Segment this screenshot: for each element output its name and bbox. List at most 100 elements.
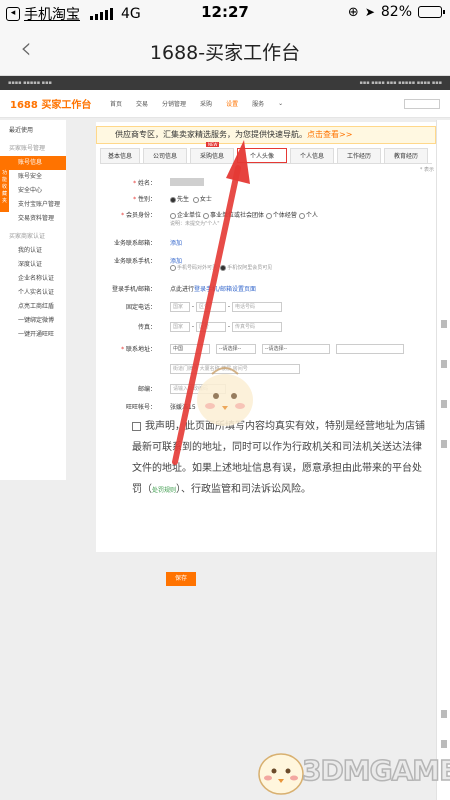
main-nav: 首页 交易 分销管理 采购 设置 服务 ⌄ [110, 99, 283, 108]
top-strip-left: ▪▪▪▪ ▪▪▪▪▪ ▪▪▪ [8, 80, 52, 86]
rail-icon-3[interactable] [441, 400, 447, 408]
row-zip: 邮编： 请输入邮政编码 [96, 382, 436, 394]
banner-link[interactable]: 点击查看>> [307, 130, 352, 139]
sidebar-item-trade-data[interactable]: 交易资料管理 [0, 212, 66, 226]
sidebar-item-company-cert[interactable]: 企业名称认证 [0, 272, 66, 286]
fax-label: 传真： [137, 324, 156, 331]
sidebar-item-account-info[interactable]: 账号信息 [0, 156, 66, 170]
fax-area-input[interactable]: 区号 [195, 322, 226, 332]
rail-icon-4[interactable] [441, 440, 447, 448]
fax-inputs: 国家 - 区号 - 传真号码 [170, 322, 282, 332]
identity-company: 企业单位 [177, 212, 202, 219]
identity-radio-company[interactable] [170, 212, 176, 219]
row-street: 街道门牌号 大厦名称 楼层 房间号 [96, 362, 436, 374]
sidebar-group-cert[interactable]: 买家商家认证 [0, 230, 66, 244]
sidebar-recent[interactable]: 最近使用 [0, 124, 66, 138]
sidebar-item-account-security[interactable]: 账号安全 [0, 170, 66, 184]
rail-icon-5[interactable] [441, 710, 447, 718]
nav-purchase[interactable]: 采购 [200, 99, 212, 108]
landline-area-input[interactable]: 区号 [195, 302, 226, 312]
site-logo[interactable]: 1688 买家工作台 [10, 96, 110, 111]
landline-number-input[interactable]: 电话号码 [231, 302, 282, 312]
rail-icon-6[interactable] [441, 740, 447, 748]
identity-radio-personal[interactable] [298, 212, 305, 219]
tab-purchase-info[interactable]: 采购信息 [190, 148, 234, 163]
chevron-down-icon[interactable]: ⌄ [278, 100, 283, 107]
login-phone-text: 点此进行 [170, 286, 195, 293]
email-add-link[interactable]: 添加 [170, 238, 182, 247]
site-top-strip: ▪▪▪▪ ▪▪▪▪▪ ▪▪▪ ▪▪▪ ▪▪▪▪ ▪▪▪ ▪▪▪▪▪ ▪▪▪▪ ▪… [0, 76, 450, 90]
tab-basic-info[interactable]: 基本信息 [100, 148, 140, 163]
row-name: * 姓名： [96, 176, 436, 188]
sidebar-group-account[interactable]: 买家账号管理 [0, 142, 66, 156]
row-login-phone: 登录手机/邮箱： 点此进行登录手机/邮箱设置页面 [96, 282, 436, 294]
nav-distribution[interactable]: 分销管理 [162, 99, 186, 108]
tab-work-history[interactable]: 工作经历 [337, 148, 381, 163]
sidebar: 功能收藏夹 最近使用 买家账号管理 账号信息 账号安全 安全中心 支付宝账户管理… [0, 120, 66, 480]
row-gender: * 性别： 先生 女士 [96, 192, 436, 204]
tab-personal-info[interactable]: 个人信息 [290, 148, 334, 163]
fax-country-input[interactable]: 国家 [170, 322, 190, 332]
fax-number-input[interactable]: 传真号码 [231, 322, 282, 332]
tab-avatar[interactable]: 个人头像 [237, 148, 287, 163]
banner-text: 供应商专区，汇集卖家精选服务，为您提供快速导航。 [115, 130, 307, 139]
location-icon: ➤ [364, 5, 375, 19]
header-search-box[interactable] [404, 98, 440, 109]
save-button[interactable]: 保存 [166, 572, 196, 586]
row-email: 业务联系邮箱： 添加 [96, 236, 436, 248]
gender-male-radio[interactable] [170, 196, 176, 203]
right-rail [436, 120, 450, 800]
gender-female-radio[interactable] [192, 196, 199, 203]
country-select[interactable]: 中国 [170, 344, 210, 354]
identity-institution: 事业单位或社会团体 [209, 212, 264, 219]
page-title: 1688-买家工作台 [149, 42, 301, 64]
landline-country-input[interactable]: 国家 [170, 302, 190, 312]
sidebar-item-alipay[interactable]: 支付宝账户管理 [0, 198, 66, 212]
tab-education[interactable]: 教育经历 [384, 148, 428, 163]
wangwang-label: 旺旺帐号： [125, 404, 156, 411]
address-selects: 中国 --请选择-- --请选择-- [170, 344, 408, 354]
favorites-tab[interactable]: 功能收藏夹 [0, 168, 9, 212]
nav-trade[interactable]: 交易 [136, 99, 148, 108]
row-fax: 传真： 国家 - 区号 - 传真号码 [96, 320, 436, 332]
sidebar-item-wangwang[interactable]: 一键开通旺旺 [0, 328, 66, 342]
nav-services[interactable]: 服务 [252, 99, 264, 108]
login-phone-link[interactable]: 登录手机/邮箱设置页面 [194, 286, 256, 293]
city-select[interactable]: --请选择-- [261, 344, 330, 354]
battery-icon [418, 6, 445, 18]
sidebar-item-bind-weibo[interactable]: 一键绑定微博 [0, 314, 66, 328]
nav-home[interactable]: 首页 [110, 99, 122, 108]
email-label: 业务联系邮箱： [113, 240, 156, 247]
watermark-mascot-icon [258, 753, 304, 795]
sidebar-item-deep-cert[interactable]: 深度认证 [0, 258, 66, 272]
mobile-members-radio[interactable] [220, 264, 227, 271]
tab-company-info[interactable]: 公司信息 [143, 148, 187, 163]
required-note: * 表示 [419, 167, 434, 173]
province-select[interactable]: --请选择-- [215, 344, 256, 354]
mobile-members-label: 手机仅阿里会员可见 [227, 265, 273, 271]
nav-settings[interactable]: 设置 [226, 99, 238, 108]
name-label-text: 姓名： [137, 180, 156, 187]
sidebar-item-realname-cert[interactable]: 个人实名认证 [0, 286, 66, 300]
penalty-rules-link[interactable]: 处罚规则 [152, 487, 176, 494]
declaration-checkbox[interactable] [132, 421, 141, 431]
sidebar-item-red-shield[interactable]: 点亮工商红盾 [0, 300, 66, 314]
identity-personal: 个人 [305, 212, 318, 219]
identity-hint: 说明：未提交为"个人" [170, 221, 220, 227]
row-identity: * 会员身份： 企业单位 事业单位或社会团体 个体经营 个人 说明：未提交为"个… [96, 208, 436, 227]
sidebar-item-security-center[interactable]: 安全中心 [0, 184, 66, 198]
identity-radio-selfemployed[interactable] [265, 212, 272, 219]
profile-tabs: 基本信息 公司信息 采购信息 个人头像 个人信息 工作经历 教育经历 [100, 148, 432, 164]
mobile-visibility: 手机号码对外可见 手机仅阿里会员可见 [170, 264, 272, 271]
gender-female-label: 女士 [199, 196, 212, 203]
identity-radio-institution[interactable] [202, 212, 209, 219]
name-label: * 姓名： [133, 180, 156, 187]
rail-icon-2[interactable] [441, 360, 447, 368]
rail-icon-1[interactable] [441, 320, 447, 328]
district-select[interactable] [335, 344, 404, 354]
row-mobile: 业务联系手机： 添加 手机号码对外可见 手机仅阿里会员可见 [96, 254, 436, 271]
sidebar-item-my-cert[interactable]: 我的认证 [0, 244, 66, 258]
site-header: 1688 买家工作台 首页 交易 分销管理 采购 设置 服务 ⌄ [0, 90, 450, 118]
row-landline: 固定电话： 国家 - 区号 - 电话号码 [96, 300, 436, 312]
mobile-public-radio[interactable] [170, 264, 176, 271]
